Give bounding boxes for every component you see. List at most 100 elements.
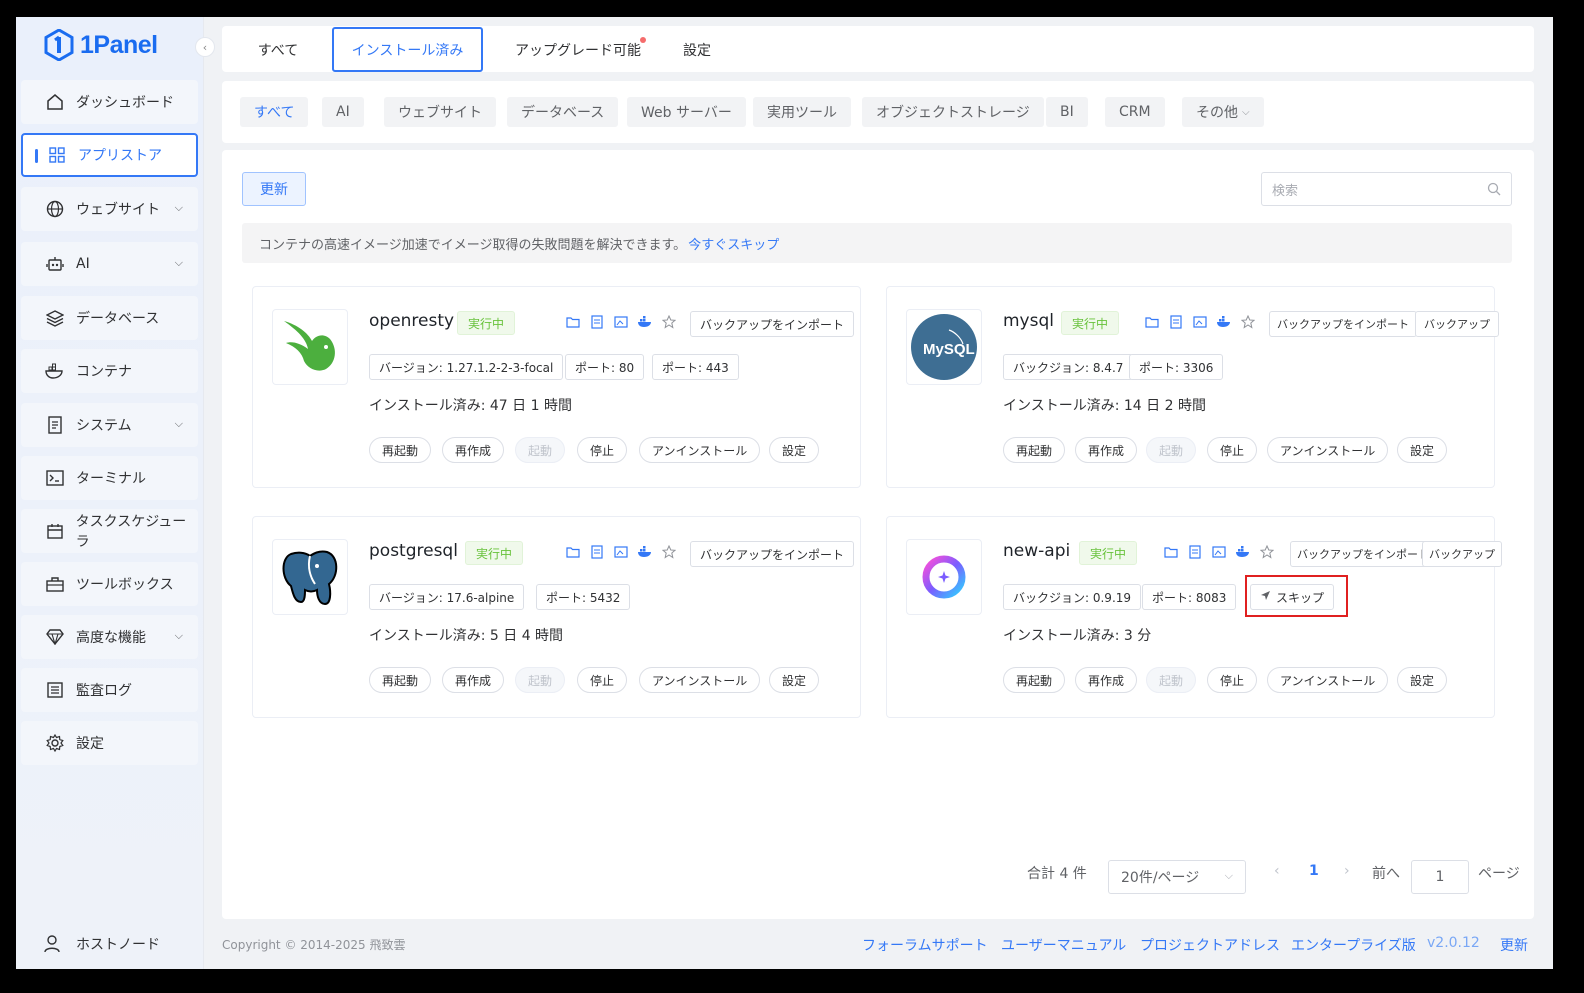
- tab-upgradable[interactable]: アップグレード可能: [504, 28, 652, 72]
- page-size-select[interactable]: 20件/ページ ⌵: [1108, 860, 1246, 894]
- uninstall-button[interactable]: アンインストール: [639, 437, 761, 463]
- restart-button[interactable]: 再起動: [1003, 437, 1066, 463]
- sidebar-item-terminal[interactable]: ターミナル: [21, 456, 198, 500]
- star-icon[interactable]: [1240, 314, 1256, 330]
- docker-icon[interactable]: [637, 544, 653, 560]
- stop-button[interactable]: 停止: [577, 437, 628, 463]
- image-icon[interactable]: [613, 544, 629, 560]
- recreate-button[interactable]: 再作成: [1075, 667, 1138, 693]
- sidebar-item-ai[interactable]: AI ⌵: [21, 242, 198, 286]
- search-icon[interactable]: [1487, 182, 1501, 200]
- category-web-servers[interactable]: Web サーバー: [627, 97, 746, 127]
- page-size-value: 20件/ページ: [1121, 870, 1200, 886]
- docker-icon[interactable]: [1235, 544, 1251, 560]
- folder-icon[interactable]: [1163, 544, 1179, 560]
- sidebar-item-dashboard[interactable]: ダッシュボード: [21, 80, 198, 124]
- enterprise-edition-link[interactable]: エンタープライズ版: [1291, 935, 1416, 955]
- category-object-storage[interactable]: オブジェクトストレージ: [862, 97, 1044, 127]
- backup-button[interactable]: バックアップ: [1415, 311, 1499, 337]
- sidebar-item-audit-log[interactable]: 監査ログ: [21, 668, 198, 712]
- refresh-button[interactable]: 更新: [242, 172, 306, 206]
- next-page-button[interactable]: ›: [1344, 863, 1350, 879]
- category-bi[interactable]: BI: [1046, 97, 1088, 127]
- app-settings-button[interactable]: 設定: [769, 437, 820, 463]
- app-settings-button[interactable]: 設定: [1397, 667, 1448, 693]
- image-icon[interactable]: [1211, 544, 1227, 560]
- star-icon[interactable]: [661, 314, 677, 330]
- sidebar-item-appstore[interactable]: アプリストア: [21, 133, 198, 177]
- stop-button[interactable]: 停止: [1207, 437, 1258, 463]
- search-placeholder: 検索: [1272, 183, 1299, 199]
- document-icon[interactable]: [589, 544, 605, 560]
- app-settings-button[interactable]: 設定: [1397, 437, 1448, 463]
- notice-skip-link[interactable]: 今すぐスキップ: [688, 234, 779, 253]
- upgrade-badge-dot: [640, 37, 646, 43]
- sidebar-collapse-button[interactable]: ‹: [195, 37, 215, 57]
- document-icon[interactable]: [589, 314, 605, 330]
- category-label: BI: [1060, 104, 1074, 120]
- category-databases[interactable]: データベース: [507, 97, 619, 127]
- image-icon[interactable]: [613, 314, 629, 330]
- folder-icon[interactable]: [565, 544, 581, 560]
- import-backup-button[interactable]: バックアップをインポート: [690, 541, 855, 567]
- stop-button[interactable]: 停止: [1207, 667, 1258, 693]
- tab-installed[interactable]: インストール済み: [332, 27, 483, 72]
- sidebar-item-toolbox[interactable]: ツールボックス: [21, 562, 198, 606]
- import-backup-button[interactable]: バックアップをインポート: [1290, 541, 1436, 567]
- image-icon[interactable]: [1192, 314, 1208, 330]
- start-button[interactable]: 起動: [515, 437, 566, 463]
- star-icon[interactable]: [1259, 544, 1275, 560]
- uninstall-button[interactable]: アンインストール: [1267, 437, 1389, 463]
- user-manual-link[interactable]: ユーザーマニュアル: [1001, 935, 1126, 955]
- sidebar-item-websites[interactable]: ウェブサイト ⌵: [21, 187, 198, 231]
- tab-settings[interactable]: 設定: [674, 28, 720, 72]
- sidebar-item-databases[interactable]: データベース: [21, 296, 198, 340]
- category-all[interactable]: すべて: [240, 97, 309, 127]
- recreate-button[interactable]: 再作成: [1075, 437, 1138, 463]
- star-icon[interactable]: [661, 544, 677, 560]
- folder-icon[interactable]: [565, 314, 581, 330]
- backup-button[interactable]: バックアップ: [1422, 541, 1502, 567]
- document-icon[interactable]: [1187, 544, 1203, 560]
- category-utilities[interactable]: 実用ツール: [753, 97, 851, 127]
- docker-icon[interactable]: [637, 314, 653, 330]
- new-api-logo: [906, 539, 982, 615]
- recreate-button[interactable]: 再作成: [442, 437, 505, 463]
- forum-support-link[interactable]: フォーラムサポート: [862, 935, 988, 955]
- page-number-current[interactable]: 1: [1309, 863, 1319, 879]
- uninstall-button[interactable]: アンインストール: [639, 667, 761, 693]
- category-crm[interactable]: CRM: [1105, 97, 1165, 127]
- recreate-button[interactable]: 再作成: [442, 667, 505, 693]
- tab-all[interactable]: すべて: [238, 28, 318, 72]
- restart-button[interactable]: 再起動: [1003, 667, 1066, 693]
- uninstall-button[interactable]: アンインストール: [1267, 667, 1389, 693]
- sidebar-item-settings[interactable]: 設定: [21, 721, 198, 765]
- search-input[interactable]: 検索: [1261, 172, 1512, 206]
- start-button[interactable]: 起動: [1146, 437, 1197, 463]
- start-button[interactable]: 起動: [1146, 667, 1197, 693]
- project-address-link[interactable]: プロジェクトアドレス: [1140, 935, 1280, 955]
- sidebar-item-system[interactable]: システム ⌵: [21, 403, 198, 447]
- stop-button[interactable]: 停止: [577, 667, 628, 693]
- sidebar-item-advanced[interactable]: 高度な機能 ⌵: [21, 615, 198, 659]
- sidebar-item-containers[interactable]: コンテナ: [21, 349, 198, 393]
- update-link[interactable]: 更新: [1500, 935, 1528, 955]
- app-settings-button[interactable]: 設定: [769, 667, 820, 693]
- restart-button[interactable]: 再起動: [369, 667, 432, 693]
- category-more-dropdown[interactable]: その他 ⌵: [1182, 97, 1264, 127]
- import-backup-button[interactable]: バックアップをインポート: [1269, 311, 1417, 337]
- app-card-postgresql: postgresql 実行中 バックアップをインポート バージョン: 17.6-…: [252, 516, 861, 718]
- import-backup-button[interactable]: バックアップをインポート: [690, 311, 855, 337]
- host-node-selector[interactable]: ホストノード: [21, 922, 198, 966]
- folder-icon[interactable]: [1144, 314, 1160, 330]
- prev-page-button[interactable]: ‹: [1274, 863, 1280, 879]
- category-ai[interactable]: AI: [322, 97, 364, 127]
- sidebar-item-task-scheduler[interactable]: タスクスケジューラ: [21, 509, 198, 553]
- docker-icon[interactable]: [1216, 314, 1232, 330]
- document-icon[interactable]: [1168, 314, 1184, 330]
- goto-page-input[interactable]: 1: [1411, 860, 1469, 894]
- category-websites[interactable]: ウェブサイト: [384, 97, 496, 127]
- start-button[interactable]: 起動: [515, 667, 566, 693]
- brand-logo[interactable]: 1Panel: [44, 27, 158, 63]
- restart-button[interactable]: 再起動: [369, 437, 432, 463]
